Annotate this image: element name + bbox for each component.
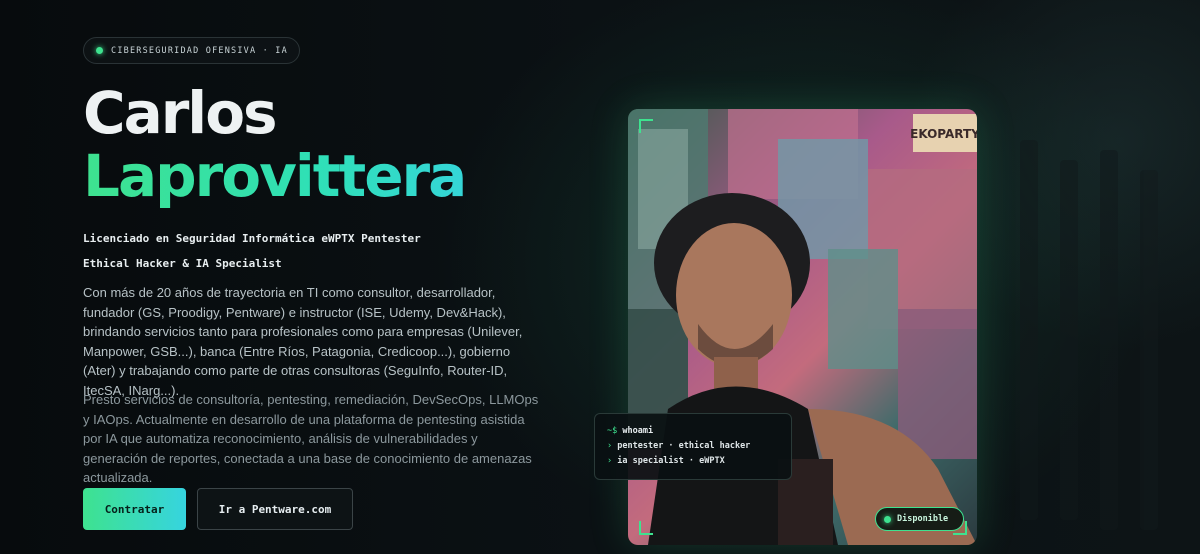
chevron-right-icon: › <box>607 456 613 466</box>
pentware-link-button[interactable]: Ir a Pentware.com <box>197 488 353 530</box>
terminal-command-line: ~$ whoami <box>607 424 779 439</box>
hero-subtitle: Licenciado en Seguridad Informática eWPT… <box>83 226 503 276</box>
terminal-card: ~$ whoami › pentester · ethical hacker ›… <box>594 413 792 480</box>
status-dot-icon <box>884 515 891 523</box>
subtitle-line: Licenciado en Seguridad Informática eWPT… <box>83 232 421 245</box>
background-decoration <box>980 60 1200 554</box>
terminal-command: whoami <box>622 426 654 436</box>
terminal-prompt: ~$ <box>607 426 618 436</box>
services-paragraph: Presto servicios de consultoría, pentest… <box>83 392 539 485</box>
availability-badge: Disponible <box>875 507 964 531</box>
frame-corner-top-left <box>639 119 653 133</box>
terminal-output-text: ia specialist · eWPTX <box>617 456 725 466</box>
hero-first-name: Carlos <box>83 79 278 147</box>
terminal-output-line: › ia specialist · eWPTX <box>607 454 779 469</box>
availability-label: Disponible <box>897 514 949 524</box>
terminal-output-line: › pentester · ethical hacker <box>607 439 779 454</box>
badge-label: CIBERSEGURIDAD OFENSIVA · IA <box>111 45 288 56</box>
hire-button[interactable]: Contratar <box>83 488 186 530</box>
terminal-output-text: pentester · ethical hacker <box>617 441 751 451</box>
bio-paragraph: Con más de 20 años de trayectoria en TI … <box>83 285 523 398</box>
category-badge: CIBERSEGURIDAD OFENSIVA · IA <box>83 37 300 64</box>
subtitle-line: Ethical Hacker & IA Specialist <box>83 257 282 270</box>
frame-corner-bottom-left <box>639 521 653 535</box>
chevron-right-icon: › <box>607 441 613 451</box>
status-dot-icon <box>96 47 103 54</box>
hero-last-name: Laprovittera <box>83 142 467 210</box>
photo-sign-text: EKOPARTY <box>910 127 977 141</box>
